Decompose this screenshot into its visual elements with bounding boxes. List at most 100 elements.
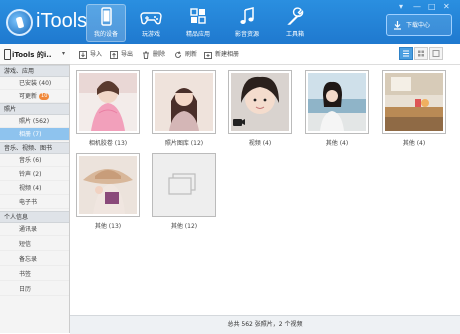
nav-label: 精品应用 bbox=[185, 31, 210, 38]
download-icon bbox=[394, 21, 401, 30]
album-card[interactable]: 其他 (4) bbox=[300, 70, 374, 147]
refresh-label: 刷新 bbox=[185, 51, 198, 58]
device-icon bbox=[101, 7, 112, 26]
tile-view-button[interactable] bbox=[429, 47, 443, 60]
chevron-down-icon[interactable]: ▾ bbox=[62, 50, 65, 57]
sidebar-item-updates[interactable]: 可更新 10 bbox=[0, 90, 69, 103]
sidebar-section-personal[interactable]: 个人信息 bbox=[0, 211, 69, 223]
phone-icon bbox=[4, 49, 11, 60]
empty-album-icon bbox=[168, 173, 196, 195]
grid-view-icon bbox=[418, 50, 424, 57]
sidebar-section-photos[interactable]: 照片 bbox=[0, 103, 69, 115]
list-view-button[interactable] bbox=[399, 47, 413, 60]
album-thumbnail[interactable] bbox=[152, 153, 216, 217]
update-count-badge: 10 bbox=[39, 93, 50, 100]
download-center-button[interactable]: 下载中心 bbox=[386, 14, 452, 36]
nav-featured-apps[interactable]: 精品应用 bbox=[178, 4, 218, 42]
nav-games[interactable]: 玩游戏 bbox=[131, 4, 171, 42]
album-grid: 相机胶卷 (13) 照片图库 (12) 视频 (4) 其他 (4) 其他 (4)… bbox=[70, 65, 460, 315]
export-label: 导出 bbox=[121, 51, 134, 58]
album-photo bbox=[79, 73, 137, 131]
device-name: iTools 的i.. bbox=[12, 51, 52, 59]
album-thumbnail[interactable] bbox=[382, 70, 446, 134]
new-album-button[interactable]: 新建相册 bbox=[204, 49, 239, 59]
tile-view-icon bbox=[432, 50, 440, 57]
album-card[interactable]: 其他 (4) bbox=[377, 70, 451, 147]
album-photo bbox=[79, 156, 137, 214]
sidebar-section-apps[interactable]: 游戏、应用 bbox=[0, 65, 69, 77]
export-button[interactable]: 导出 bbox=[110, 49, 133, 59]
sidebar-item-ebooks[interactable]: 电子书 bbox=[0, 196, 69, 209]
album-thumbnail[interactable] bbox=[305, 70, 369, 134]
app-brand: iTools bbox=[36, 10, 88, 32]
sidebar-item-videos[interactable]: 视频 (4) bbox=[0, 182, 69, 195]
sidebar-item-messages[interactable]: 短信 bbox=[0, 238, 69, 251]
sidebar-item-contacts[interactable]: 通讯录 bbox=[0, 223, 69, 236]
grid-view-button[interactable] bbox=[414, 47, 428, 60]
album-photo bbox=[385, 73, 443, 131]
music-note-icon bbox=[240, 7, 254, 24]
import-button[interactable]: 导入 bbox=[79, 49, 102, 59]
sidebar-item-ringtones[interactable]: 铃声 (2) bbox=[0, 168, 69, 181]
sidebar-item-calendar[interactable]: 日历 bbox=[0, 283, 69, 296]
delete-button[interactable]: 删除 bbox=[142, 49, 165, 59]
new-album-icon bbox=[204, 51, 212, 59]
album-caption: 照片图库 (12) bbox=[164, 140, 204, 147]
wrench-icon bbox=[287, 7, 304, 25]
sidebar-item-notes[interactable]: 备忘录 bbox=[0, 253, 69, 266]
album-photo bbox=[155, 73, 213, 131]
sidebar-item-albums[interactable]: 相册 (7) bbox=[0, 128, 69, 141]
album-thumbnail[interactable] bbox=[76, 70, 140, 134]
apps-grid-icon bbox=[190, 8, 206, 24]
nav-label: 影音资源 bbox=[234, 31, 259, 38]
delete-label: 删除 bbox=[153, 51, 166, 58]
minimize-icon[interactable]: — bbox=[413, 2, 421, 11]
album-caption: 其他 (4) bbox=[325, 140, 349, 147]
sidebar-section-media[interactable]: 音乐、视频、图书 bbox=[0, 142, 69, 154]
sidebar-item-bookmarks[interactable]: 书签 bbox=[0, 268, 69, 281]
nav-media[interactable]: 影音资源 bbox=[227, 4, 267, 42]
refresh-icon bbox=[175, 50, 181, 58]
import-icon bbox=[79, 50, 87, 59]
album-thumbnail[interactable] bbox=[228, 70, 292, 134]
new-album-label: 新建相册 bbox=[215, 51, 240, 58]
album-thumbnail[interactable] bbox=[76, 153, 140, 217]
nav-my-device[interactable]: 我的设备 bbox=[86, 4, 126, 42]
export-icon bbox=[110, 50, 118, 59]
close-icon[interactable]: ✕ bbox=[443, 2, 450, 11]
album-photo bbox=[308, 73, 366, 131]
trash-icon bbox=[143, 51, 149, 59]
album-card[interactable]: 其他 (12) bbox=[147, 153, 221, 230]
gamepad-icon bbox=[140, 12, 162, 25]
nav-label: 玩游戏 bbox=[141, 31, 160, 38]
refresh-button[interactable]: 刷新 bbox=[174, 49, 197, 59]
album-card[interactable]: 视频 (4) bbox=[223, 70, 297, 147]
album-card[interactable]: 相机胶卷 (13) bbox=[71, 70, 145, 147]
album-caption: 其他 (13) bbox=[94, 223, 122, 230]
menu-dropdown-icon[interactable]: ▾ bbox=[399, 2, 403, 11]
album-caption: 视频 (4) bbox=[248, 140, 272, 147]
import-label: 导入 bbox=[90, 51, 103, 58]
device-selector[interactable]: iTools 的i.. ▾ bbox=[0, 44, 70, 65]
toolbar: 导入 导出 删除 刷新 新建相册 bbox=[70, 44, 460, 65]
album-caption: 其他 (12) bbox=[170, 223, 198, 230]
nav-label: 工具箱 bbox=[285, 31, 304, 38]
download-center-label: 下载中心 bbox=[406, 22, 431, 29]
nav-label: 我的设备 bbox=[93, 31, 118, 38]
nav-toolbox[interactable]: 工具箱 bbox=[275, 4, 315, 42]
album-caption: 其他 (4) bbox=[402, 140, 426, 147]
album-card[interactable]: 照片图库 (12) bbox=[147, 70, 221, 147]
status-bar: 总共 562 张照片，2 个视频 bbox=[70, 315, 460, 334]
sidebar-item-music[interactable]: 音乐 (6) bbox=[0, 154, 69, 167]
album-card[interactable]: 其他 (13) bbox=[71, 153, 145, 230]
sidebar-item-label: 可更新 bbox=[19, 93, 38, 100]
maximize-icon[interactable]: □ bbox=[428, 2, 436, 11]
sidebar-item-photos[interactable]: 照片 (562) bbox=[0, 115, 69, 128]
itools-logo-icon bbox=[6, 9, 33, 36]
sidebar-item-installed[interactable]: 已安装 (40) bbox=[0, 77, 69, 90]
album-caption: 相机胶卷 (13) bbox=[88, 140, 128, 147]
list-view-icon bbox=[403, 50, 409, 57]
sidebar: iTools 的i.. ▾ 游戏、应用 已安装 (40) 可更新 10 照片 照片… bbox=[0, 44, 70, 333]
album-photo bbox=[231, 73, 289, 131]
album-thumbnail[interactable] bbox=[152, 70, 216, 134]
